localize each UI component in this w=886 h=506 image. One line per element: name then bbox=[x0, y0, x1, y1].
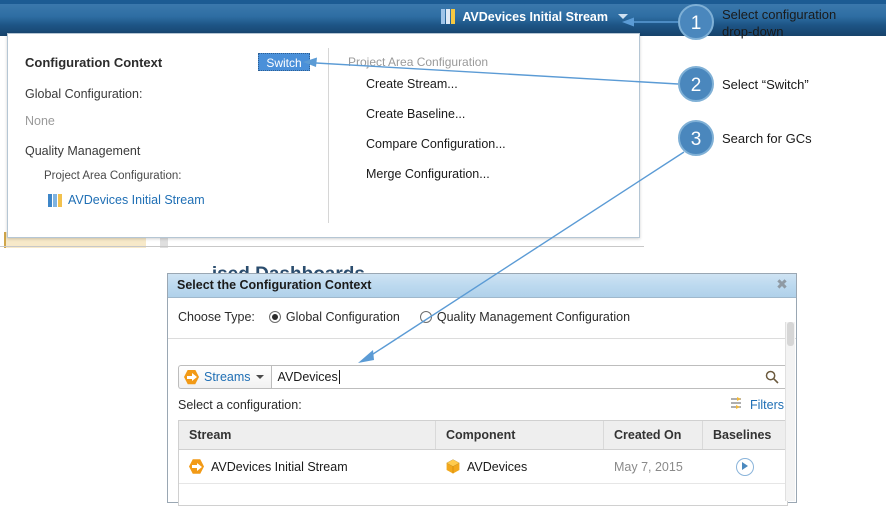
chevron-down-icon[interactable] bbox=[255, 375, 264, 379]
project-area-configuration-value[interactable]: AVDevices Initial Stream bbox=[68, 193, 205, 207]
component-cube-icon bbox=[446, 459, 460, 474]
search-input-value: AVDevices bbox=[277, 370, 340, 384]
popup-right-pane: Project Area Configuration Create Stream… bbox=[329, 34, 639, 237]
choose-type-row: Choose Type: Global Configuration Qualit… bbox=[178, 310, 630, 324]
search-row: Streams AVDevices bbox=[178, 365, 788, 389]
dialog-scrollbar[interactable] bbox=[785, 322, 795, 501]
cell-created-on: May 7, 2015 bbox=[614, 459, 683, 474]
global-configuration-value: None bbox=[25, 114, 55, 128]
annotation-text-2: Select “Switch” bbox=[722, 77, 809, 92]
filters-label: Filters bbox=[749, 397, 784, 412]
radio-button-icon[interactable] bbox=[419, 311, 432, 323]
configuration-context-dropdown[interactable]: AVDevices Initial Stream bbox=[440, 9, 628, 24]
column-header-baselines[interactable]: Baselines bbox=[703, 421, 787, 449]
select-configuration-context-dialog: Select the Configuration Context ✖ Choos… bbox=[167, 273, 797, 506]
project-area-configuration-label: Project Area Configuration: bbox=[44, 170, 182, 182]
column-header-stream[interactable]: Stream bbox=[179, 421, 436, 449]
table-row[interactable]: AVDevices Initial Stream AVDevices May 7… bbox=[179, 450, 787, 484]
search-scope-label: Streams bbox=[204, 370, 251, 384]
cell-baselines[interactable] bbox=[703, 450, 787, 483]
banner-config-label: AVDevices Initial Stream bbox=[462, 9, 608, 24]
radio-global-configuration[interactable]: Global Configuration bbox=[268, 310, 400, 324]
filters-icon bbox=[730, 396, 745, 413]
chevron-down-icon[interactable] bbox=[618, 14, 628, 19]
dialog-scrollbar-thumb[interactable] bbox=[787, 322, 794, 346]
annotation-number-3: 3 bbox=[678, 120, 714, 156]
stream-hex-icon bbox=[189, 459, 204, 474]
stream-bars-icon bbox=[48, 193, 62, 207]
radio-button-icon[interactable] bbox=[268, 311, 281, 323]
annotation-number-2: 2 bbox=[678, 66, 714, 102]
menu-item-compare-configuration[interactable]: Compare Configuration... bbox=[366, 137, 506, 151]
cell-stream[interactable]: AVDevices Initial Stream bbox=[179, 450, 436, 483]
menu-item-create-stream[interactable]: Create Stream... bbox=[366, 77, 458, 91]
dialog-separator bbox=[168, 338, 796, 339]
app-banner: AVDevices Initial Stream bbox=[0, 0, 886, 36]
dialog-title: Select the Configuration Context bbox=[177, 278, 372, 292]
quality-management-label: Quality Management bbox=[25, 144, 141, 158]
menu-item-create-baseline[interactable]: Create Baseline... bbox=[366, 107, 465, 121]
cell-component-label: AVDevices bbox=[467, 459, 528, 474]
cell-stream-label: AVDevices Initial Stream bbox=[211, 459, 348, 474]
play-circle-icon[interactable] bbox=[736, 457, 754, 476]
configuration-context-popup: Configuration Context Switch Global Conf… bbox=[7, 33, 640, 238]
dialog-body: Choose Type: Global Configuration Qualit… bbox=[168, 298, 796, 506]
close-icon[interactable]: ✖ bbox=[774, 277, 790, 293]
choose-type-label: Choose Type: bbox=[178, 310, 255, 324]
radio-quality-management-configuration[interactable]: Quality Management Configuration bbox=[419, 310, 631, 324]
column-header-component[interactable]: Component bbox=[436, 421, 604, 449]
configurations-table: Stream Component Created On Baselines AV… bbox=[178, 420, 788, 506]
radio-quality-management-configuration-label: Quality Management Configuration bbox=[436, 310, 631, 324]
project-area-configuration-value-row[interactable]: AVDevices Initial Stream bbox=[48, 193, 205, 207]
column-header-created-on[interactable]: Created On bbox=[604, 421, 703, 449]
cell-component[interactable]: AVDevices bbox=[436, 450, 604, 483]
select-configuration-label: Select a configuration: bbox=[178, 398, 302, 412]
search-scope-dropdown[interactable]: Streams bbox=[178, 365, 271, 389]
radio-global-configuration-label: Global Configuration bbox=[285, 310, 400, 324]
global-configuration-label: Global Configuration: bbox=[25, 87, 143, 101]
popup-menu-header: Project Area Configuration bbox=[348, 55, 489, 69]
menu-item-merge-configuration[interactable]: Merge Configuration... bbox=[366, 167, 490, 181]
search-icon[interactable] bbox=[765, 370, 779, 384]
annotation-text-3: Search for GCs bbox=[722, 131, 812, 146]
banner-top-rule bbox=[0, 0, 886, 4]
filters-button[interactable]: Filters bbox=[730, 396, 784, 413]
switch-button[interactable]: Switch bbox=[258, 53, 310, 71]
popup-left-pane: Configuration Context Switch Global Conf… bbox=[8, 34, 328, 237]
table-header-row: Stream Component Created On Baselines bbox=[179, 421, 787, 450]
stream-bars-icon bbox=[440, 9, 456, 24]
background-rule bbox=[0, 246, 644, 247]
dialog-titlebar: Select the Configuration Context ✖ bbox=[168, 274, 796, 298]
popup-title: Configuration Context bbox=[25, 55, 163, 70]
stream-hex-icon bbox=[184, 369, 199, 385]
search-input[interactable]: AVDevices bbox=[270, 365, 788, 389]
